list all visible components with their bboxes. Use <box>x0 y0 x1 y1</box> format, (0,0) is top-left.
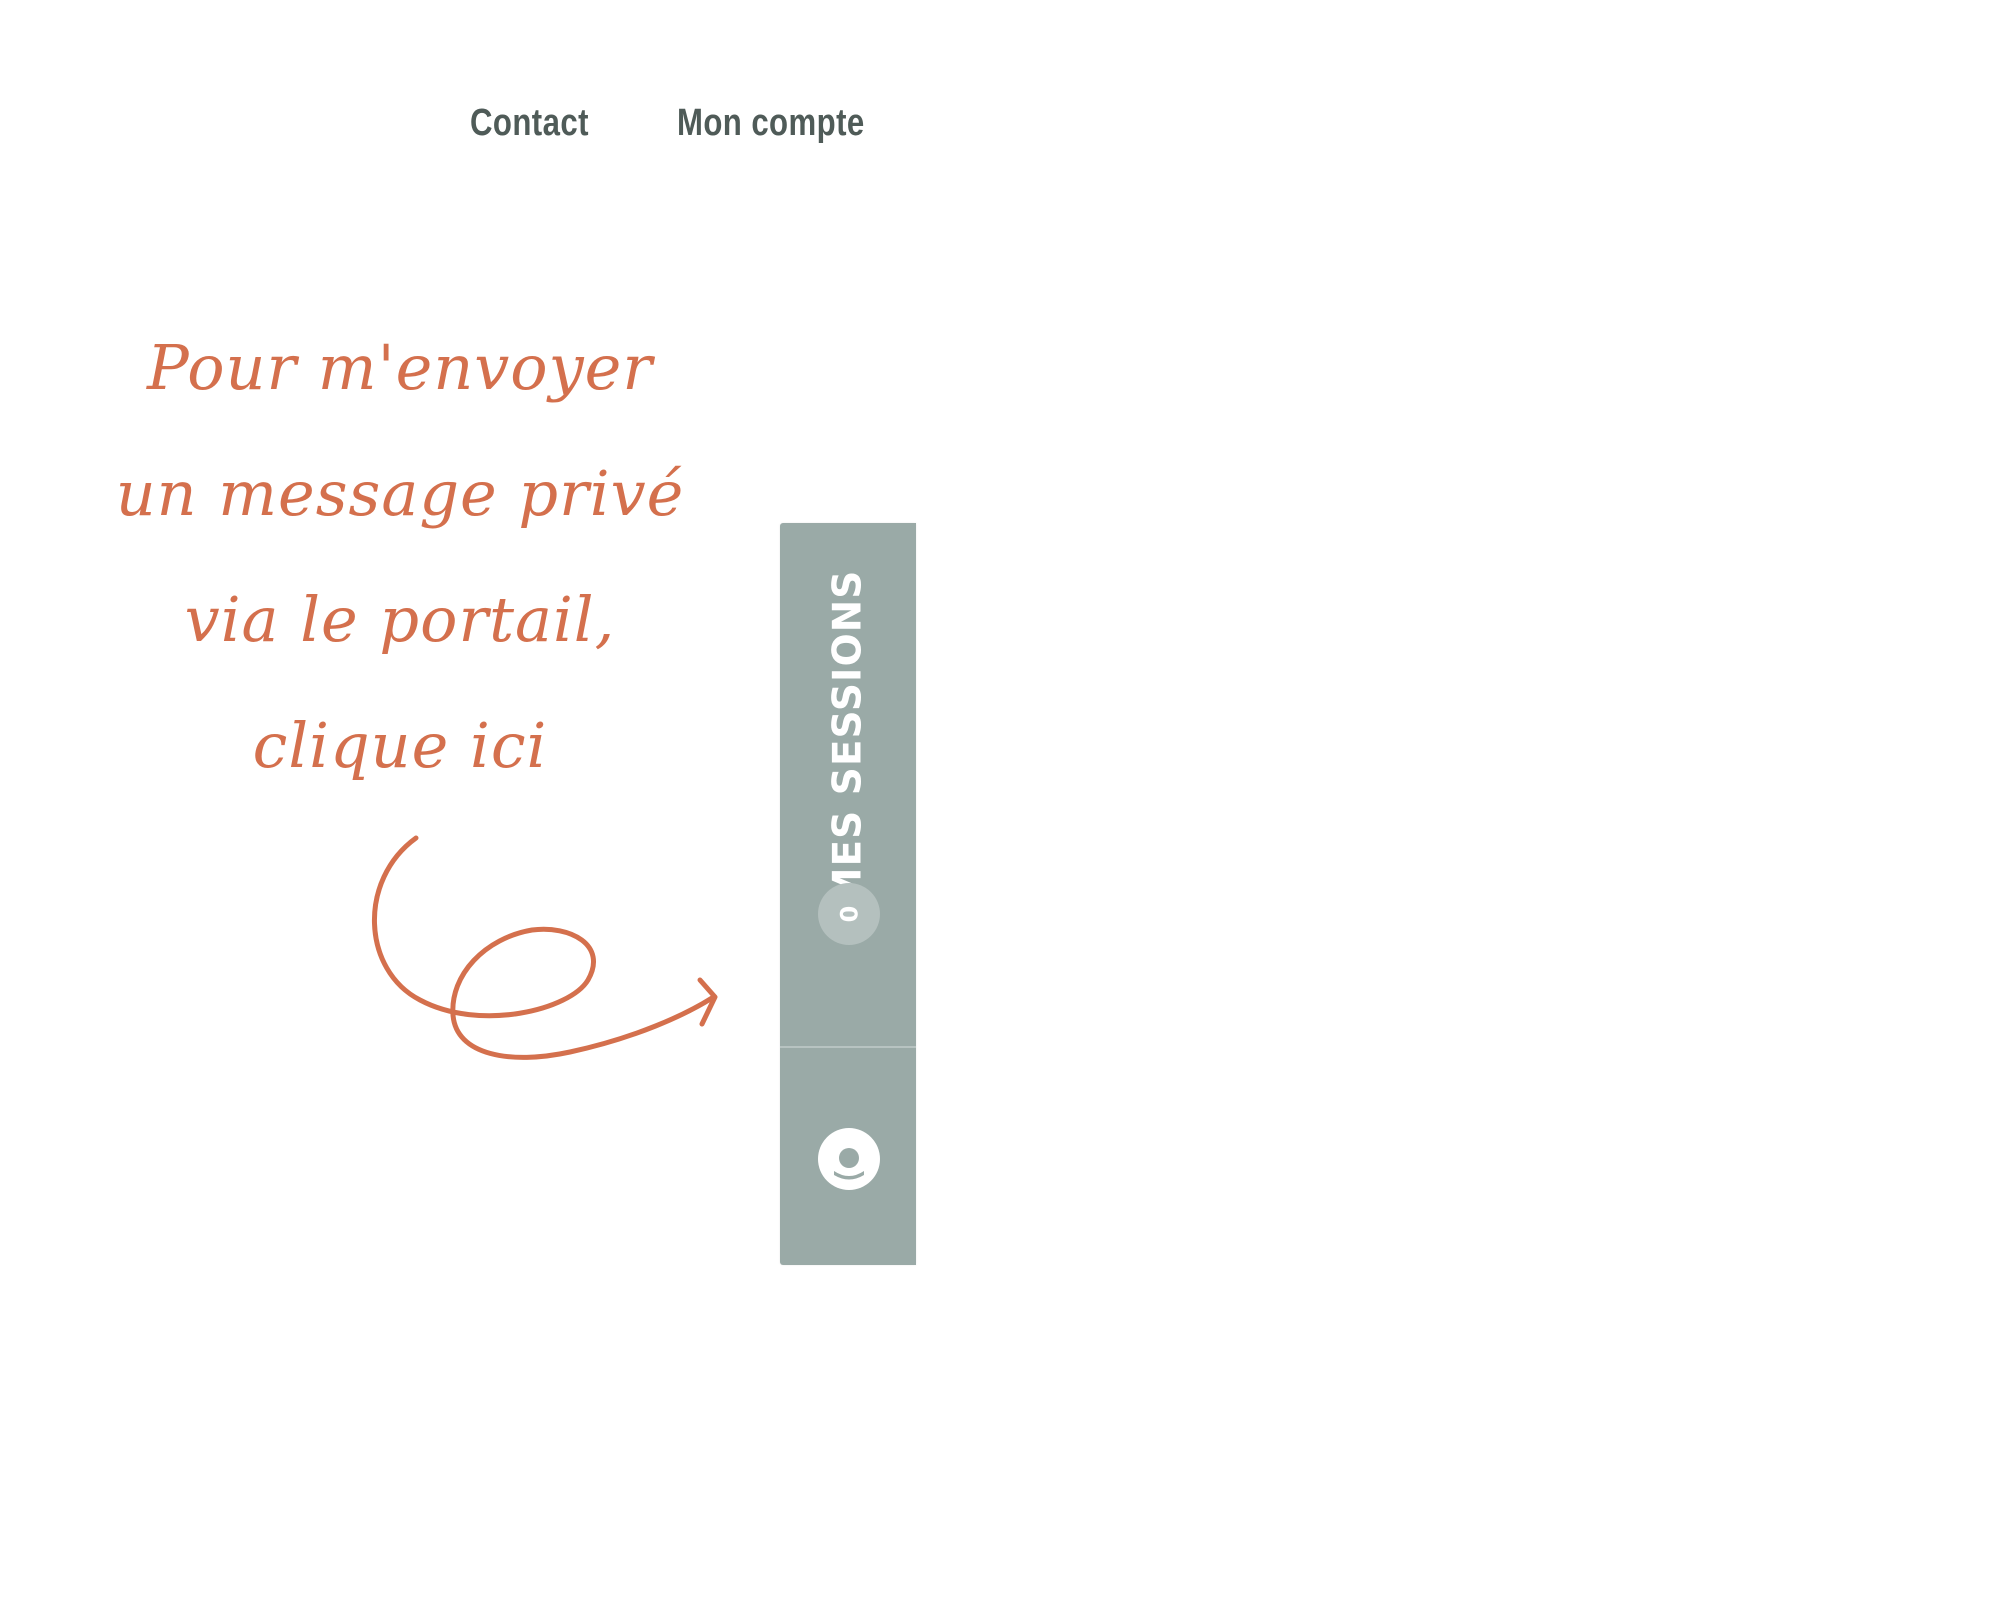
annotation-line-4: clique ici <box>252 709 548 782</box>
handwritten-annotation: Pour m'envoyer un message privé via le p… <box>100 305 700 809</box>
annotation-line-1: Pour m'envoyer <box>147 331 653 404</box>
annotation-line-3: via le portail, <box>184 583 616 656</box>
top-navigation: Contact Mon compte <box>470 102 906 145</box>
curly-arrow-icon <box>372 835 718 1060</box>
sessions-count-badge: 0 <box>818 883 880 945</box>
user-circle-icon <box>818 1128 880 1190</box>
my-sessions-label: MES SESSIONS <box>825 569 871 907</box>
nav-link-mon-compte[interactable]: Mon compte <box>677 102 865 145</box>
account-tab[interactable] <box>780 1048 916 1265</box>
annotation-line-2: un message privé <box>115 457 685 530</box>
nav-link-contact[interactable]: Contact <box>470 102 589 145</box>
my-sessions-tab[interactable]: MES SESSIONS 0 <box>780 523 916 1048</box>
sessions-count-value: 0 <box>834 905 863 923</box>
floating-sidebar-widget: MES SESSIONS 0 <box>780 523 916 1265</box>
